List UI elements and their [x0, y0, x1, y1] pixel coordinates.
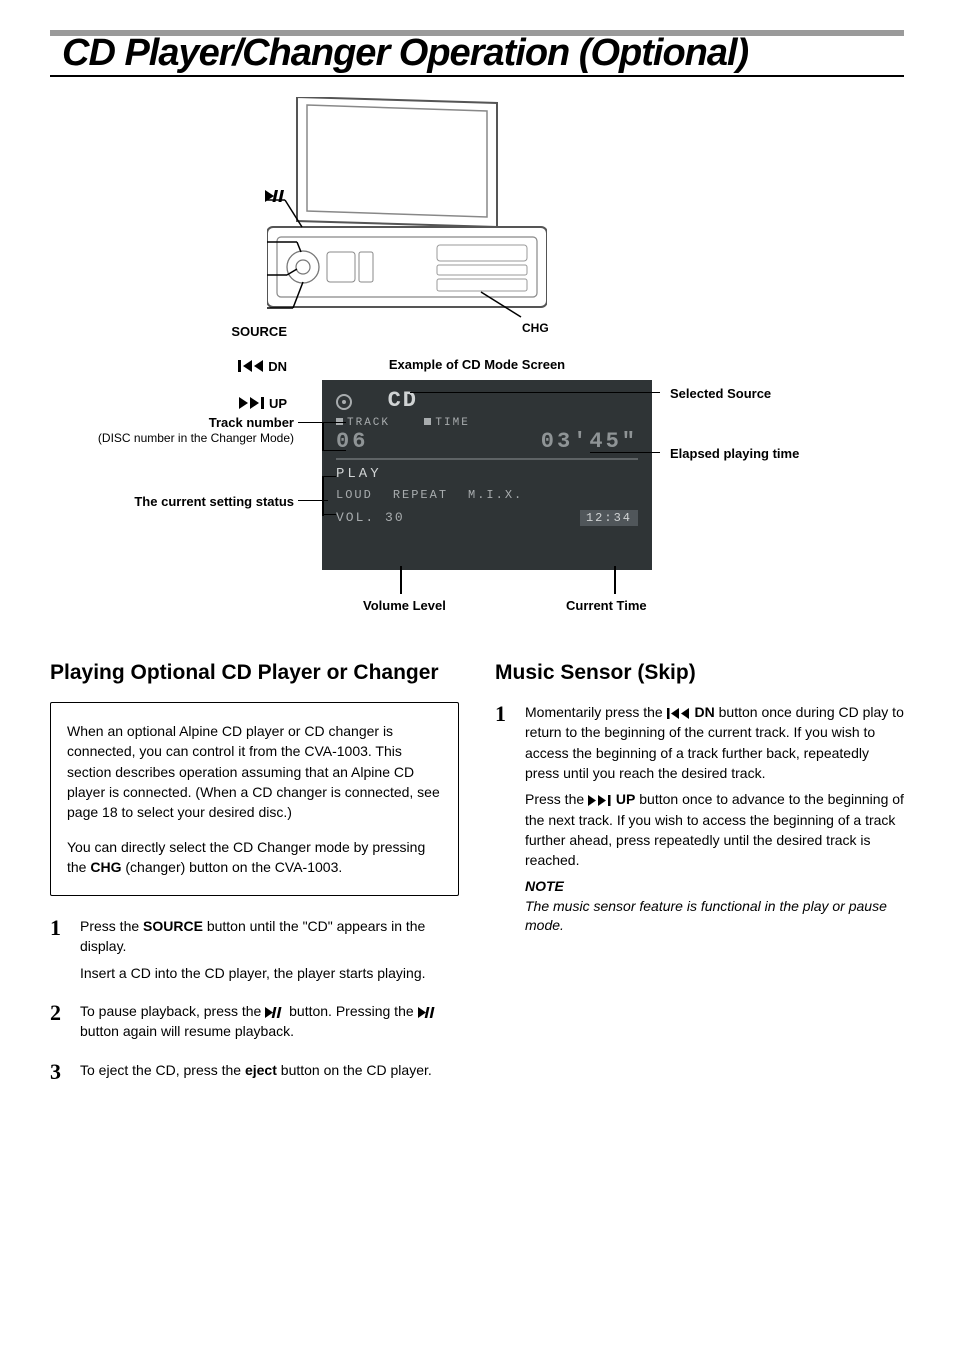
intro-p2: You can directly select the CD Changer m… — [67, 837, 442, 878]
callout-volume-level: Volume Level — [363, 598, 446, 613]
screen-repeat: REPEAT — [393, 488, 448, 502]
screen-loud: LOUD — [336, 488, 373, 502]
play-pause-icon — [265, 1007, 285, 1018]
screen-elapsed-value: 03'45" — [541, 429, 638, 454]
prev-track-icon — [667, 708, 691, 719]
screen-time-label: TIME — [435, 417, 469, 429]
dn-label: DN — [268, 359, 287, 374]
prev-track-icon — [238, 360, 264, 372]
screen-clock: 12:34 — [580, 510, 638, 526]
callout-selected-source: Selected Source — [670, 386, 771, 401]
play-pause-icon — [265, 190, 287, 202]
right-step-1: Momentarily press the DN button once dur… — [495, 702, 904, 936]
callout-current-time: Current Time — [566, 598, 647, 613]
cd-mode-screen: CD TRACK TIME 06 03'45" PLAY LOUD REPEAT… — [322, 380, 652, 570]
example-caption: Example of CD Mode Screen — [50, 357, 904, 372]
page-title: CD Player/Changer Operation (Optional) — [62, 33, 904, 75]
title-bar: CD Player/Changer Operation (Optional) — [50, 30, 904, 77]
screen-play-status: PLAY — [336, 466, 638, 482]
left-heading: Playing Optional CD Player or Changer — [50, 660, 459, 686]
note-heading: NOTE — [525, 876, 904, 896]
screen-vol-label: VOL. — [336, 510, 375, 525]
left-column: Playing Optional CD Player or Changer Wh… — [50, 660, 459, 1098]
device-illustration: SOURCE DN UP CHG — [207, 97, 747, 347]
left-step-3: To eject the CD, press the eject button … — [50, 1060, 459, 1080]
intro-box: When an optional Alpine CD player or CD … — [50, 702, 459, 896]
square-marker-icon — [424, 418, 431, 425]
callout-elapsed: Elapsed playing time — [670, 446, 799, 461]
right-steps: Momentarily press the DN button once dur… — [495, 702, 904, 936]
left-step-2: To pause playback, press the button. Pre… — [50, 1001, 459, 1042]
right-heading: Music Sensor (Skip) — [495, 660, 904, 686]
diagram-region: SOURCE DN UP CHG Example of CD Mode Scre… — [50, 97, 904, 630]
play-pause-icon — [418, 1007, 438, 1018]
left-steps: Press the SOURCE button until the "CD" a… — [50, 916, 459, 1080]
device-labels-left: SOURCE DN UP — [197, 97, 287, 425]
right-column: Music Sensor (Skip) Momentarily press th… — [495, 660, 904, 1098]
next-track-icon — [588, 795, 612, 806]
chg-label: CHG — [522, 321, 549, 335]
screen-mix: M.I.X. — [468, 488, 523, 502]
disc-icon — [336, 394, 352, 410]
car-stereo-device — [267, 97, 547, 347]
screen-vol-value: 30 — [385, 510, 405, 525]
intro-p1: When an optional Alpine CD player or CD … — [67, 721, 442, 822]
left-step-1: Press the SOURCE button until the "CD" a… — [50, 916, 459, 983]
cd-mode-screen-block: CD TRACK TIME 06 03'45" PLAY LOUD REPEAT… — [50, 380, 904, 630]
callout-setting-status: The current setting status — [134, 494, 294, 509]
note-body: The music sensor feature is functional i… — [525, 897, 904, 936]
source-label: SOURCE — [231, 324, 287, 339]
screen-track-label: TRACK — [347, 417, 390, 429]
callout-track-number: Track number (DISC number in the Changer… — [98, 415, 294, 445]
body-columns: Playing Optional CD Player or Changer Wh… — [50, 660, 904, 1098]
